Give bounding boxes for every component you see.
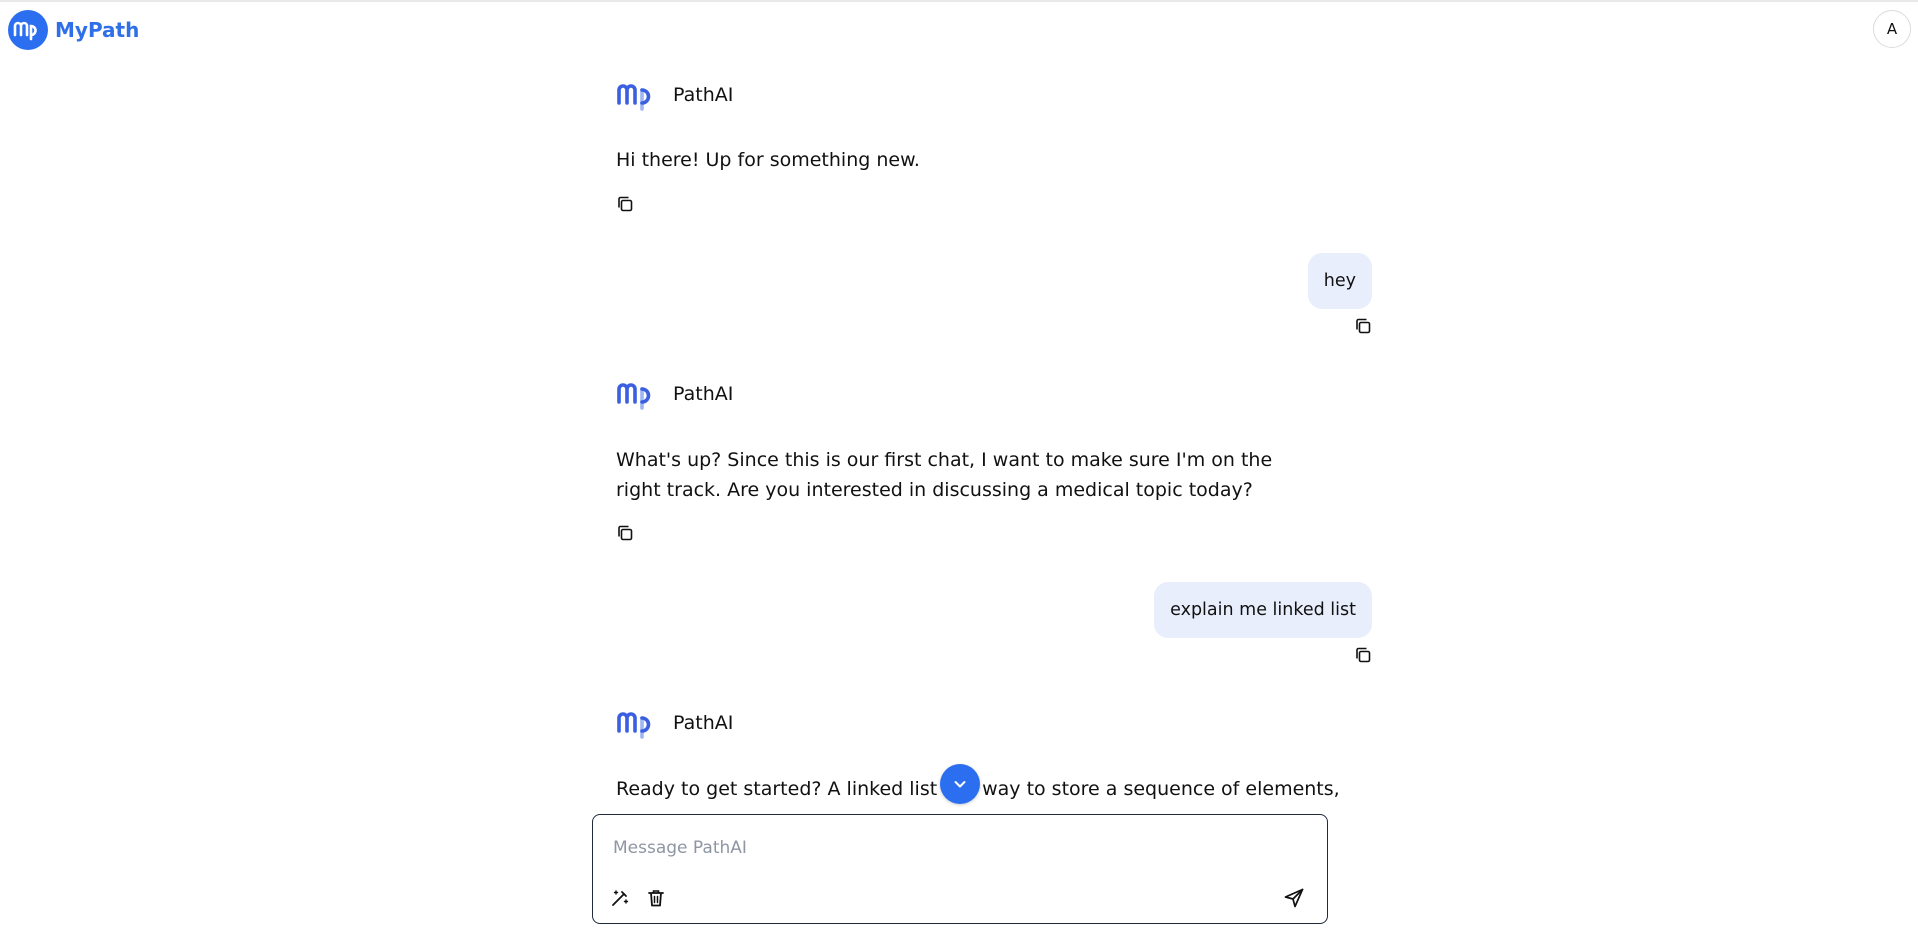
user-message-bubble: explain me linked list <box>1154 582 1372 638</box>
assistant-header: PathAI <box>616 378 1372 410</box>
trash-icon <box>648 890 664 907</box>
pathai-logo-icon <box>617 712 651 739</box>
assistant-message: PathAI <box>616 707 1372 739</box>
user-message-text: explain me linked list <box>1170 600 1356 620</box>
pathai-logo-icon <box>617 383 651 410</box>
assistant-header: PathAI <box>616 79 1372 111</box>
copy-icon[interactable] <box>616 195 634 213</box>
brand-name: MyPath <box>55 18 140 42</box>
assistant-message: PathAI <box>616 79 1372 111</box>
enhance-prompt-button[interactable] <box>607 885 633 911</box>
chevron-down-icon <box>954 781 966 788</box>
brand[interactable]: MyPath <box>8 10 139 50</box>
assistant-message-text: What's up? Since this is our first chat,… <box>616 449 1273 501</box>
clear-chat-button[interactable] <box>643 885 669 911</box>
chat-thread[interactable]: PathAI Hi there! Up for something new. h… <box>616 0 1372 812</box>
message-input[interactable] <box>611 827 1305 869</box>
pathai-logo-icon <box>617 84 651 111</box>
copy-icon[interactable] <box>1354 317 1372 335</box>
assistant-name: PathAI <box>673 383 734 405</box>
assistant-message-text: Ready to get started? A linked list is a… <box>616 778 1340 800</box>
scroll-to-bottom-button[interactable] <box>940 764 980 804</box>
assistant-name: PathAI <box>673 84 734 106</box>
assistant-message: PathAI <box>616 378 1372 410</box>
copy-icon[interactable] <box>1354 646 1372 664</box>
brand-logo <box>8 10 48 50</box>
user-message-bubble: hey <box>1307 253 1372 309</box>
mp-logo-icon <box>13 21 37 41</box>
send-button[interactable] <box>1281 885 1307 911</box>
send-icon <box>1284 888 1304 908</box>
assistant-header: PathAI <box>616 707 1372 739</box>
magic-wand-icon <box>612 890 629 906</box>
message-composer <box>592 814 1328 924</box>
assistant-message-text: Hi there! Up for something new. <box>616 149 920 171</box>
copy-icon[interactable] <box>616 524 634 542</box>
user-message-text: hey <box>1323 271 1356 291</box>
user-avatar[interactable]: A <box>1873 10 1911 48</box>
assistant-name: PathAI <box>673 712 734 734</box>
